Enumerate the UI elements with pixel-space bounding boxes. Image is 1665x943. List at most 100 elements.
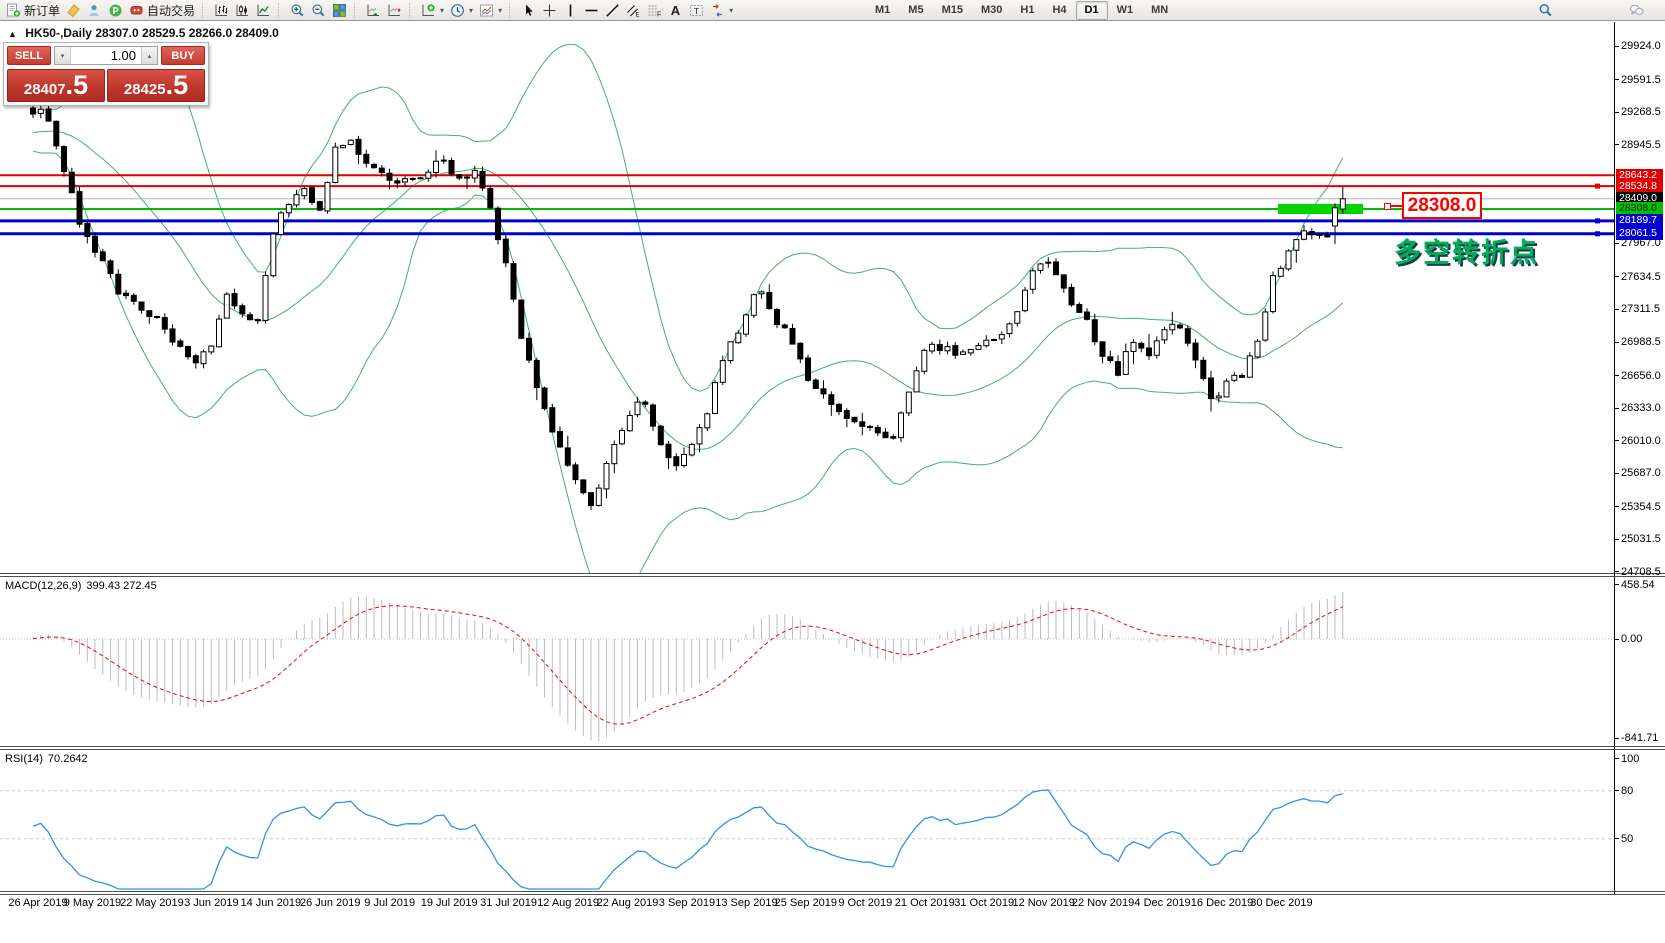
volume-stepper: ▾ 1.00 ▴ <box>54 46 158 65</box>
svg-text:A: A <box>671 3 681 18</box>
price-tag-28534.8: 28534.8 <box>1616 180 1663 193</box>
volume-down-button[interactable]: ▾ <box>55 47 71 64</box>
svg-text:F: F <box>657 11 661 18</box>
sell-price-main: 28407 <box>24 74 66 105</box>
candlestick-chart-icon <box>235 3 250 18</box>
volume-up-button[interactable]: ▴ <box>141 47 157 64</box>
date-axis-label: 22 Aug 2019 <box>597 897 659 909</box>
bar-chart-button[interactable] <box>211 1 232 19</box>
search-icon <box>1538 3 1553 18</box>
zoom-in-icon <box>290 3 305 18</box>
callout-anchor-handle[interactable] <box>1384 203 1391 210</box>
date-axis-label: 26 Apr 2019 <box>8 897 67 909</box>
buy-price-button[interactable]: 28425 .5 <box>107 69 205 102</box>
trendline-icon <box>605 3 620 18</box>
vertical-line-button[interactable] <box>560 1 581 19</box>
indicators-dropdown[interactable]: ▾ <box>418 1 447 19</box>
timeframe-mn-button[interactable]: MN <box>1142 1 1177 20</box>
autotrading-button[interactable]: 自动交易 <box>126 1 198 19</box>
text-button[interactable]: A <box>665 1 686 19</box>
timeframe-m1-button[interactable]: M1 <box>866 1 899 20</box>
date-axis-label: 31 Oct 2019 <box>954 897 1014 909</box>
community-icon <box>87 3 102 18</box>
dropdown-caret-icon: ▾ <box>469 6 473 15</box>
price-axis-label: 26656.0 <box>1621 370 1661 382</box>
price-axis-label: 25354.5 <box>1621 501 1661 513</box>
timeframe-w1-button[interactable]: W1 <box>1108 1 1143 20</box>
templates-dropdown[interactable]: ▾ <box>476 1 505 19</box>
rsi-axis-label: 80 <box>1621 785 1633 797</box>
timeframe-m30-button[interactable]: M30 <box>972 1 1011 20</box>
periods-dropdown[interactable]: ▾ <box>447 1 476 19</box>
price-axis-label: 26333.0 <box>1621 402 1661 414</box>
timeframe-m15-button[interactable]: M15 <box>933 1 972 20</box>
tile-windows-button[interactable] <box>329 1 350 19</box>
macd-axis-label: 458.54 <box>1621 579 1655 591</box>
annotation-text[interactable]: 多空转折点 <box>1394 231 1539 270</box>
timeframe-h1-button[interactable]: H1 <box>1011 1 1043 20</box>
crosshair-button[interactable] <box>539 1 560 19</box>
metaeditor-button[interactable] <box>63 1 84 19</box>
volume-input[interactable]: 1.00 <box>71 47 141 64</box>
date-axis-label: 30 Dec 2019 <box>1250 897 1312 909</box>
sell-price-button[interactable]: 28407 .5 <box>7 69 105 102</box>
arrows-dropdown[interactable]: ▾ <box>707 1 736 19</box>
timeframe-h4-button[interactable]: H4 <box>1043 1 1075 20</box>
svg-text:E: E <box>636 12 640 18</box>
sell-button[interactable]: SELL <box>7 46 51 65</box>
price-axis-tick <box>1614 342 1619 343</box>
price-axis-tick <box>1614 79 1619 80</box>
candlestick-chart-button[interactable] <box>232 1 253 19</box>
chart-shift-button[interactable] <box>384 1 405 19</box>
cursor-button[interactable] <box>518 1 539 19</box>
text-label-button[interactable]: T <box>686 1 707 19</box>
community-button[interactable] <box>84 1 105 19</box>
trendline-button[interactable] <box>602 1 623 19</box>
price-axis-label: 27311.5 <box>1621 303 1660 315</box>
new-order-button[interactable]: 新订单 <box>3 1 63 19</box>
mt4-terminal-window: 新订单自动交易▾▾▾EFAT▾ M1M5M15M30H1H4D1W1MN ▲ H… <box>0 0 1665 943</box>
price-axis-tick <box>1614 408 1619 409</box>
dropdown-caret-icon: ▾ <box>440 6 444 15</box>
horizontal-line-button[interactable] <box>581 1 602 19</box>
equidistant-channel-button[interactable]: E <box>623 1 644 19</box>
zoom-out-icon <box>311 3 326 18</box>
panel-separator[interactable] <box>0 746 1665 747</box>
zoom-in-button[interactable] <box>287 1 308 19</box>
timeframe-d1-button[interactable]: D1 <box>1076 1 1108 20</box>
equidistant-channel-icon: E <box>626 3 641 18</box>
fibonacci-icon: F <box>647 3 662 18</box>
date-axis-label: 9 Oct 2019 <box>838 897 892 909</box>
price-axis-tick <box>1614 506 1619 507</box>
toolbar-separator <box>354 3 359 18</box>
price-callout-label[interactable]: 28308.0 <box>1402 192 1482 219</box>
autotrading-icon <box>129 3 144 18</box>
templates-icon <box>479 3 494 18</box>
price-axis-label: 26010.0 <box>1621 435 1661 447</box>
line-chart-button[interactable] <box>253 1 274 19</box>
buy-button[interactable]: BUY <box>161 46 205 65</box>
price-chart-canvas[interactable] <box>0 0 1665 943</box>
search-button[interactable] <box>1535 2 1556 20</box>
date-axis-label: 3 Sep 2019 <box>659 897 715 909</box>
macd-indicator-label: MACD(12,26,9)399.43 272.45 <box>5 580 157 592</box>
chat-button[interactable] <box>1626 2 1647 20</box>
price-axis-tick <box>1614 440 1619 441</box>
timeframe-m5-button[interactable]: M5 <box>899 1 932 20</box>
rsi-indicator-label: RSI(14)70.2642 <box>5 753 88 765</box>
cursor-icon <box>521 3 536 18</box>
chat-icon <box>1629 3 1644 18</box>
one-click-trading-panel: SELL ▾ 1.00 ▴ BUY 28407 .5 28425 .5 <box>3 42 209 106</box>
macd-axis-label: 0.00 <box>1621 633 1642 645</box>
fibonacci-button[interactable]: F <box>644 1 665 19</box>
price-axis-tick <box>1614 46 1619 47</box>
dropdown-caret-icon: ▾ <box>498 6 502 15</box>
chart-shift-icon <box>387 3 402 18</box>
price-axis-label: 28945.5 <box>1621 139 1661 151</box>
svg-text:T: T <box>694 5 699 15</box>
zoom-out-button[interactable] <box>308 1 329 19</box>
panel-separator[interactable] <box>0 573 1665 574</box>
collapse-panel-icon[interactable]: ▲ <box>8 29 17 39</box>
signals-button[interactable] <box>105 1 126 19</box>
auto-scroll-button[interactable] <box>363 1 384 19</box>
